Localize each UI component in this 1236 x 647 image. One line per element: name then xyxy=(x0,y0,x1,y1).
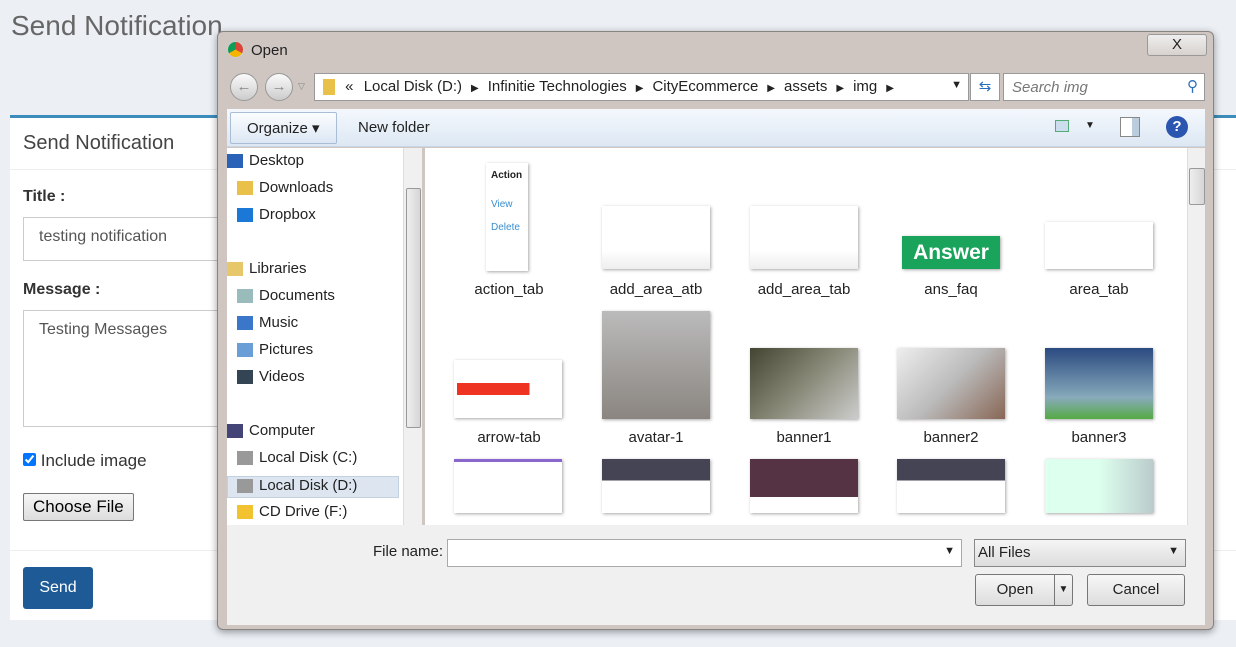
file-thumbnail[interactable] xyxy=(750,348,858,419)
file-thumbnail[interactable] xyxy=(1045,348,1153,419)
file-thumbnail[interactable] xyxy=(602,311,710,419)
nav-item[interactable]: Computer xyxy=(227,422,315,444)
music-icon xyxy=(237,316,253,330)
nav-item[interactable]: Videos xyxy=(237,368,305,390)
file-name[interactable]: banner2 xyxy=(881,429,1021,446)
nav-item[interactable]: CD Drive (F:) xyxy=(237,503,347,525)
view-dropdown-icon[interactable]: ▼ xyxy=(1085,120,1095,131)
file-list: Action View Delete action_tab add_area_atb ad… xyxy=(425,148,1205,525)
view-icon[interactable] xyxy=(1055,120,1069,132)
pictures-icon xyxy=(237,343,253,357)
search-input[interactable]: Search img ⚲ xyxy=(1003,73,1205,101)
file-thumbnail[interactable] xyxy=(897,348,1005,419)
desktop-icon xyxy=(227,154,243,168)
videos-icon xyxy=(237,370,253,384)
file-name[interactable]: add_area_tab xyxy=(734,281,874,298)
refresh-icon[interactable]: ⇆ xyxy=(970,73,1000,101)
breadcrumb-arrow-icon[interactable]: ▶ xyxy=(836,83,844,94)
files-scrollbar[interactable] xyxy=(1187,148,1205,525)
help-icon[interactable]: ? xyxy=(1166,116,1188,138)
folder-icon xyxy=(323,79,335,96)
send-button[interactable]: Send xyxy=(23,567,93,609)
address-dropdown-icon[interactable]: ▼ xyxy=(951,79,962,91)
file-name[interactable]: arrow-tab xyxy=(439,429,579,446)
file-thumbnail[interactable]: Action View Delete xyxy=(486,163,528,271)
cancel-button[interactable]: Cancel xyxy=(1087,574,1185,606)
recent-dropdown-icon[interactable]: ▽ xyxy=(298,81,305,92)
drive-icon xyxy=(237,451,253,465)
nav-item[interactable]: Local Disk (D:) xyxy=(227,476,399,498)
nav-item[interactable]: Downloads xyxy=(237,179,333,201)
file-name[interactable]: avatar-1 xyxy=(586,429,726,446)
file-name-input[interactable]: ▼ xyxy=(447,539,962,567)
dropbox-icon xyxy=(237,208,253,222)
breadcrumb-arrow-icon[interactable]: ▶ xyxy=(886,83,894,94)
file-thumbnail[interactable] xyxy=(750,206,858,269)
breadcrumb-item[interactable]: assets xyxy=(784,78,827,95)
forward-button[interactable]: → xyxy=(265,73,293,101)
nav-item[interactable]: Pictures xyxy=(237,341,313,363)
include-image-checkbox[interactable] xyxy=(23,453,36,466)
new-folder-button[interactable]: New folder xyxy=(358,119,430,136)
file-thumbnail[interactable] xyxy=(1045,459,1153,513)
breadcrumb-arrow-icon[interactable]: ▶ xyxy=(636,83,644,94)
file-name[interactable]: ans_faq xyxy=(881,281,1021,298)
dialog-footer: File name: ▼ All Files ▼ Open ▼ Cancel xyxy=(227,525,1205,625)
open-file-dialog: Open X ← → ▽ « Local Disk (D:) ▶ Infinitie… xyxy=(217,31,1214,630)
documents-icon xyxy=(237,289,253,303)
address-bar[interactable]: « Local Disk (D:) ▶ Infinitie Technologies… xyxy=(314,73,969,101)
breadcrumb-arrow-icon[interactable]: ▶ xyxy=(471,83,479,94)
file-thumbnail[interactable] xyxy=(454,459,562,513)
file-name[interactable]: action_tab xyxy=(439,281,579,298)
preview-pane-icon[interactable] xyxy=(1120,117,1140,137)
message-label: Message : xyxy=(23,281,101,298)
breadcrumb-item[interactable]: CityEcommerce xyxy=(652,78,758,95)
breadcrumb-item[interactable]: Local Disk (D:) xyxy=(364,78,462,95)
close-button[interactable]: X xyxy=(1147,34,1207,56)
computer-icon xyxy=(227,424,243,438)
nav-item[interactable]: Local Disk (C:) xyxy=(237,449,357,471)
breadcrumb-arrow-icon[interactable]: ▶ xyxy=(767,83,775,94)
open-button[interactable]: Open ▼ xyxy=(975,574,1073,606)
file-thumbnail[interactable] xyxy=(602,459,710,513)
drive-icon xyxy=(237,479,253,493)
title-label: Title : xyxy=(23,188,66,205)
file-thumbnail[interactable] xyxy=(750,459,858,513)
breadcrumb-item[interactable]: Infinitie Technologies xyxy=(488,78,627,95)
file-thumbnail[interactable] xyxy=(602,206,710,269)
nav-item[interactable]: Dropbox xyxy=(237,206,316,228)
nav-item[interactable]: Desktop xyxy=(227,152,304,174)
organize-button[interactable]: Organize ▾ xyxy=(230,112,337,144)
search-icon: ⚲ xyxy=(1187,78,1198,95)
cd-icon xyxy=(237,505,253,519)
breadcrumb-item[interactable]: img xyxy=(853,78,877,95)
toolbar: Organize ▾ New folder ▼ ? xyxy=(227,109,1205,147)
nav-scrollbar[interactable] xyxy=(403,148,422,525)
file-name[interactable]: area_tab xyxy=(1029,281,1169,298)
libraries-icon xyxy=(227,262,243,276)
nav-item[interactable]: Libraries xyxy=(227,260,307,282)
file-type-select[interactable]: All Files ▼ xyxy=(974,539,1186,567)
file-thumbnail[interactable] xyxy=(1045,222,1153,269)
back-button[interactable]: ← xyxy=(230,73,258,101)
file-name[interactable]: add_area_atb xyxy=(586,281,726,298)
file-thumbnail[interactable] xyxy=(454,360,562,418)
file-thumbnail[interactable] xyxy=(897,459,1005,513)
navigation-pane: Desktop Downloads Dropbox Libraries Document… xyxy=(227,148,422,525)
nav-item[interactable]: Documents xyxy=(237,287,335,309)
nav-item[interactable]: Music xyxy=(237,314,298,336)
page-title: Send Notification xyxy=(11,10,223,41)
folder-icon xyxy=(237,181,253,195)
file-thumbnail[interactable]: Answer xyxy=(902,236,1000,269)
chrome-icon xyxy=(227,41,244,58)
file-name[interactable]: banner1 xyxy=(734,429,874,446)
choose-file-button[interactable]: Choose File xyxy=(23,493,134,521)
include-image-label: Include image xyxy=(40,451,147,470)
file-name-label: File name: xyxy=(373,543,444,560)
dialog-title: Open xyxy=(251,42,288,59)
file-name[interactable]: banner3 xyxy=(1029,429,1169,446)
